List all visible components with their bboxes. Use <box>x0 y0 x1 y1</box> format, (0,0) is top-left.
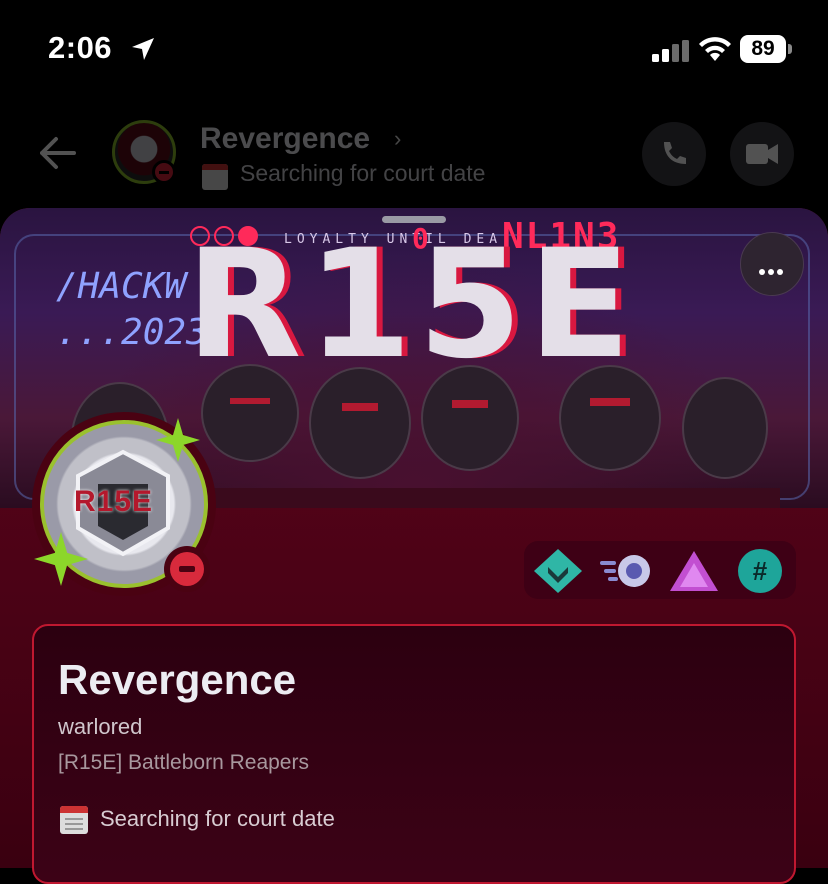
calendar-icon <box>202 164 228 190</box>
dnd-icon <box>170 552 204 586</box>
header-username[interactable]: Revergence <box>200 122 370 156</box>
hashtag-icon[interactable]: # <box>736 549 784 593</box>
username: warlored <box>58 714 143 739</box>
banner-year-text: ...2023 <box>56 312 208 353</box>
display-name: Revergence <box>58 656 297 703</box>
sheet-drag-handle[interactable] <box>382 216 446 223</box>
wifi-icon <box>699 37 731 61</box>
chevron-right-icon: › <box>394 126 402 151</box>
banner-hack-text: /HACKW <box>56 266 187 307</box>
more-icon <box>759 262 786 280</box>
triangle-icon[interactable] <box>668 549 720 593</box>
header-dnd-status-icon <box>152 160 176 184</box>
voice-call-button[interactable] <box>642 122 706 186</box>
sparkle-icon <box>156 418 200 462</box>
header-status: Searching for court date <box>240 160 486 186</box>
sparkle-icon-2 <box>34 532 88 586</box>
clock: 2:06 <box>48 30 113 65</box>
svg-text:#: # <box>753 556 768 586</box>
location-arrow-icon <box>132 38 154 60</box>
pronouns: [R15E] Battleborn Reapers <box>58 751 309 774</box>
more-options-button[interactable] <box>740 232 804 296</box>
cellular-signal-icon <box>652 40 689 62</box>
calendar-icon <box>60 806 88 834</box>
chat-header: Revergence › Searching for court date <box>0 100 828 210</box>
dnd-status-badge <box>164 546 210 592</box>
avatar-logo-text: R15E <box>74 485 154 518</box>
back-arrow-icon[interactable] <box>38 136 76 170</box>
custom-status: Searching for court date <box>100 806 335 831</box>
battery-indicator: 89 <box>740 35 786 63</box>
status-bar: 2:06 89 <box>0 0 828 100</box>
profile-card: Revergence warlored [R15E] Battleborn Re… <box>32 624 796 884</box>
video-call-button[interactable] <box>730 122 794 186</box>
hypesquad-icon[interactable] <box>532 549 584 593</box>
badges-bar: # <box>524 541 796 599</box>
phone-icon <box>664 142 686 164</box>
nitro-icon[interactable] <box>596 549 658 593</box>
video-camera-icon <box>746 144 778 164</box>
battery-cap <box>788 44 792 54</box>
